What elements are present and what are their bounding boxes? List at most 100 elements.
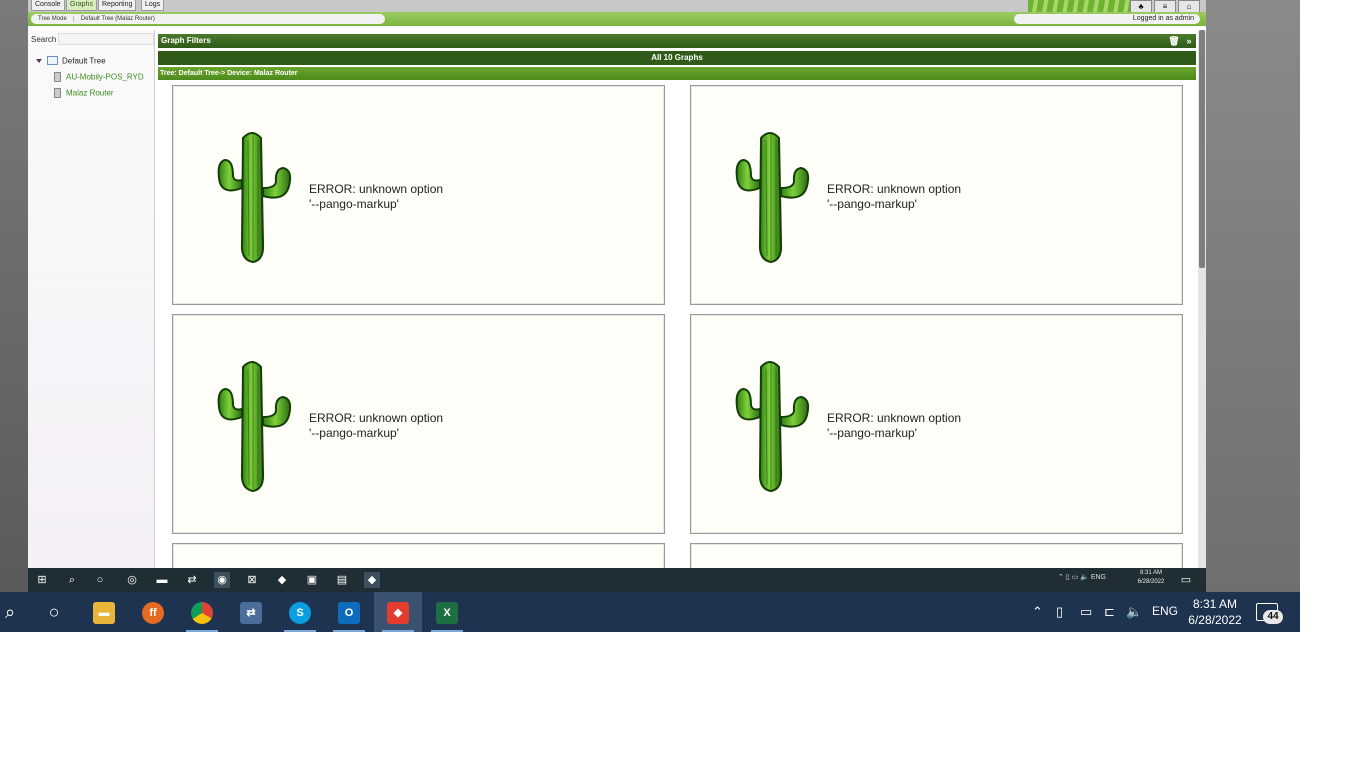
graph-image[interactable]: ERROR: unknown option '--pango-markup'	[172, 85, 665, 305]
clock[interactable]: 8:31 AM 6/28/2022	[1186, 596, 1244, 628]
search-input[interactable]	[58, 33, 154, 45]
trash-icon[interactable]: 🗑	[1168, 34, 1180, 48]
tree-sidebar: Search Default Tree AU-Mobily-POS_RYD Ma…	[28, 30, 155, 568]
battery-icon[interactable]: ▭	[1080, 604, 1092, 620]
device-icon	[54, 72, 61, 82]
tab-graphs[interactable]: Graphs	[66, 0, 97, 11]
file-explorer-icon[interactable]: ▬	[154, 572, 170, 588]
tab-logs[interactable]: Logs	[141, 0, 165, 11]
graph-error-text: ERROR: unknown option '--pango-markup'	[309, 182, 443, 212]
task-view-icon[interactable]: ○	[92, 572, 108, 588]
file-explorer-icon[interactable]: ▬	[80, 592, 128, 632]
graph-image[interactable]: ERROR: unknown option '--pango-markup'	[690, 314, 1183, 534]
error-line-2: '--pango-markup'	[309, 197, 399, 211]
clock-time: 8:31 AM	[1192, 597, 1238, 611]
remote-desktop-window[interactable]: Console Graphs Reporting Logs ♣ ≡ ⌂ Tree…	[28, 0, 1206, 568]
remote-time: 8:31 AM	[1139, 570, 1162, 576]
tree-device-label: Malaz Router	[66, 88, 114, 98]
language-indicator[interactable]: ENG	[1152, 604, 1178, 618]
search-label: Search	[31, 35, 57, 44]
remote-date: 6/28/2022	[1137, 579, 1165, 585]
cactus-logo-icon	[217, 361, 292, 492]
graph-error-text: ERROR: unknown option '--pango-markup'	[827, 411, 961, 441]
firefox-icon[interactable]: ff	[129, 592, 177, 632]
remote-system-tray[interactable]: ⌃ ▯ ▭ 🔈 ENG	[1058, 573, 1106, 581]
scrollbar[interactable]	[1198, 30, 1206, 568]
tree-device-au-mobily[interactable]: AU-Mobily-POS_RYD	[54, 72, 144, 82]
task-view-icon[interactable]: ○	[30, 592, 78, 632]
network-tool-icon[interactable]: ⇄	[184, 572, 200, 588]
login-status: Logged in as admin	[1132, 15, 1194, 22]
all-graphs-header: All 10 Graphs	[158, 51, 1196, 65]
notification-count-badge: 44	[1263, 610, 1283, 624]
clock-date: 6/28/2022	[1188, 613, 1242, 627]
notification-icon[interactable]: ▭	[1178, 572, 1194, 588]
app-icon[interactable]: ◆	[274, 572, 290, 588]
anydesk-icon[interactable]: ◆	[364, 572, 380, 588]
search-icon[interactable]: ⌕	[0, 592, 34, 632]
graph-image[interactable]	[172, 543, 665, 568]
tree-device-malaz-router[interactable]: Malaz Router	[54, 88, 114, 98]
network-icon[interactable]: ⊏	[1104, 604, 1115, 620]
error-line-1: ERROR: unknown option	[309, 182, 444, 196]
excel-icon[interactable]: X	[423, 592, 471, 632]
graph-filters-title: Graph Filters	[161, 36, 211, 45]
cacti-top-bar: Console Graphs Reporting Logs ♣ ≡ ⌂	[28, 0, 1206, 13]
start-icon[interactable]: ⊞	[34, 572, 50, 588]
skype-icon[interactable]: S	[276, 592, 324, 632]
tree-icon	[47, 56, 58, 66]
network-tool-icon[interactable]: ⇄	[227, 592, 275, 632]
remote-language[interactable]: ENG	[1091, 574, 1106, 581]
remote-taskbar: ⊞ ⌕ ○ ◎ ▬ ⇄ ◉ ⊠ ◆ ▣ ▤ ◆ ⌃ ▯ ▭ 🔈 ENG 8:31…	[28, 568, 1206, 592]
scrollbar-thumb[interactable]	[1199, 30, 1205, 268]
search-icon[interactable]: ⌕	[64, 572, 80, 588]
tab-console[interactable]: Console	[31, 0, 65, 11]
graph-filters-header[interactable]: Graph Filters 🗑 »	[158, 34, 1196, 48]
graph-error-text: ERROR: unknown option '--pango-markup'	[827, 182, 961, 212]
error-line-2: '--pango-markup'	[827, 197, 917, 211]
error-line-1: ERROR: unknown option	[827, 182, 962, 196]
tree-path-text: Tree: Default Tree-> Device: Malaz Route…	[160, 70, 298, 77]
tree-device-label: AU-Mobily-POS_RYD	[66, 72, 144, 82]
expand-icon[interactable]: »	[1183, 34, 1195, 48]
error-line-2: '--pango-markup'	[827, 426, 917, 440]
desktop-background	[0, 0, 28, 592]
graph-area: Graph Filters 🗑 » All 10 Graphs Tree: De…	[158, 34, 1196, 568]
cactus-logo-icon	[217, 132, 292, 263]
error-line-1: ERROR: unknown option	[309, 411, 444, 425]
tree-root-default[interactable]: Default Tree	[36, 56, 106, 66]
user-menu[interactable]: Logged in as admin	[1014, 14, 1200, 24]
chevron-down-icon[interactable]	[36, 58, 42, 63]
error-line-1: ERROR: unknown option	[827, 411, 962, 425]
chrome-icon[interactable]: ◉	[214, 572, 230, 588]
image-viewer-icon[interactable]: ▣	[304, 572, 320, 588]
app-icon[interactable]: ◎	[124, 572, 140, 588]
xampp-icon[interactable]: ⊠	[244, 572, 260, 588]
device-icon	[54, 88, 61, 98]
breadcrumb-tree-mode[interactable]: Tree Mode	[31, 16, 73, 22]
breadcrumb-default-tree[interactable]: Default Tree (Malaz Router)	[72, 16, 161, 22]
remote-clock[interactable]: 8:31 AM 6/28/2022	[1128, 569, 1174, 587]
graph-error-text: ERROR: unknown option '--pango-markup'	[309, 411, 443, 441]
windows-taskbar: ⌕ ○ ▬ ff ⇄ S O ◆ X ⌃ ▯ ▭ ⊏ 🔈 ENG 8:31 AM…	[0, 592, 1300, 632]
volume-icon[interactable]: 🔈	[1126, 604, 1142, 620]
graph-image[interactable]: ERROR: unknown option '--pango-markup'	[172, 314, 665, 534]
error-line-2: '--pango-markup'	[309, 426, 399, 440]
chevron-up-icon[interactable]: ⌃	[1032, 604, 1043, 620]
breadcrumb: Tree Mode Default Tree (Malaz Router)	[31, 14, 385, 24]
tree-root-label: Default Tree	[62, 56, 106, 66]
desktop-background	[1206, 0, 1300, 592]
desktop: Console Graphs Reporting Logs ♣ ≡ ⌂ Tree…	[0, 0, 1300, 632]
graph-image[interactable]: ERROR: unknown option '--pango-markup'	[690, 85, 1183, 305]
terminal-icon[interactable]: ▤	[334, 572, 350, 588]
meet-now-icon[interactable]: ▯	[1056, 604, 1063, 620]
chrome-icon[interactable]	[178, 592, 226, 632]
graph-image[interactable]	[690, 543, 1183, 568]
tree-path-bar: Tree: Default Tree-> Device: Malaz Route…	[158, 67, 1196, 80]
anydesk-icon[interactable]: ◆	[374, 592, 422, 632]
cactus-logo-icon	[735, 132, 810, 263]
tab-reporting[interactable]: Reporting	[98, 0, 137, 11]
breadcrumb-bar: Tree Mode Default Tree (Malaz Router) Log…	[28, 12, 1206, 26]
cactus-logo-icon	[735, 361, 810, 492]
outlook-icon[interactable]: O	[325, 592, 373, 632]
